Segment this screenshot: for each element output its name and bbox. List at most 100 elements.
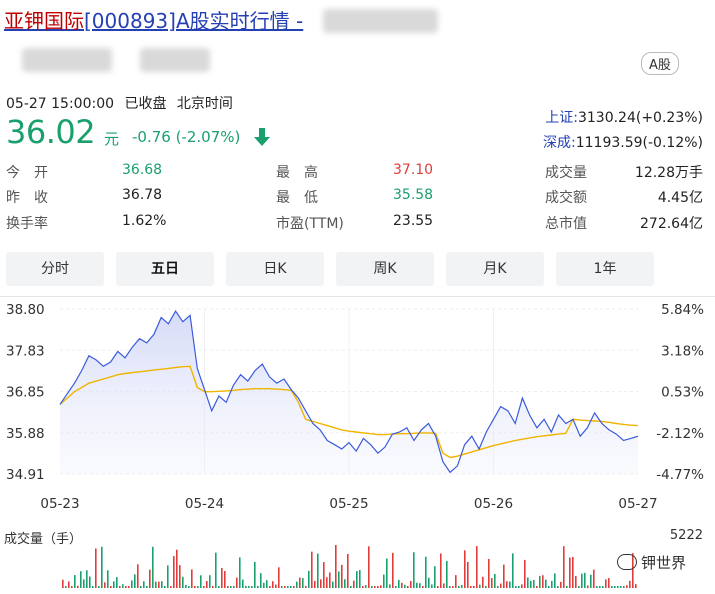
volume-bar [572,557,574,588]
stat-value: 4.45亿 [657,190,703,206]
market-status-row: 05-27 15:00:00 已收盘 北京时间 [6,93,239,113]
volume-bar [143,581,145,588]
volume-bar [380,585,382,588]
volume-bar [419,583,421,588]
page-title-link[interactable]: 亚钾国际[000893]A股实时行情 - [4,5,303,34]
tab-daily-k[interactable]: 日K [226,252,324,286]
volume-bar [71,586,73,588]
tab-five-day[interactable]: 五日 [116,252,214,286]
volume-bar [470,585,472,588]
volume-bar [587,585,589,588]
index-shanghai: 上证:3130.24(+0.23%) [545,107,703,127]
volume-bar [182,576,184,588]
stat-label: 市盈(TTM) [276,216,344,232]
volume-bar [506,581,508,588]
tab-weekly-k[interactable]: 周K [336,252,434,286]
redacted-block-1 [22,48,112,72]
volume-bar [494,573,496,588]
stock-name[interactable]: 亚钾国际 [4,9,84,33]
volume-bar [206,581,208,588]
volume-bar [635,584,637,588]
volume-bar [446,560,448,588]
volume-bar [137,564,139,588]
volume-bar [518,586,520,588]
tab-one-year[interactable]: 1年 [556,252,654,286]
volume-bar [191,569,193,588]
volume-bar [248,586,250,588]
stat-label: 最 高 [276,165,318,181]
volume-bar [443,583,445,588]
volume-bar [377,586,379,588]
volume-bar [326,577,328,588]
volume-bar [329,572,331,588]
volume-bar [200,575,202,588]
volume-bar [491,578,493,588]
volume-bar [605,579,607,588]
volume-bar [398,579,400,588]
stat-value: 36.68 [122,162,163,178]
y-tick-left: 38.80 [6,302,45,318]
volume-bar [581,573,583,588]
volume-bar [371,586,373,588]
volume-bar [224,571,226,588]
volume-bar [452,586,454,588]
x-tick-label: 05-24 [185,496,224,512]
volume-bar [389,584,391,588]
wechat-icon [617,554,637,570]
stat-value: 36.78 [122,187,163,203]
volume-bar [602,586,604,588]
stock-code-title[interactable]: [000893]A股实时行情 - [84,9,303,33]
volume-bar [542,575,544,588]
y-tick-left: 35.88 [6,426,45,442]
y-tick-left: 34.91 [6,467,45,483]
volume-bar [170,586,172,588]
volume-bar [440,553,442,588]
volume-bar [260,573,262,588]
volume-bar [113,581,115,588]
volume-bar [437,586,439,588]
stat-label: 成交量 [545,165,587,181]
y-tick-right: -2.12% [656,426,704,442]
volume-bar [95,548,97,588]
volume-bar [209,575,211,588]
volume-bar [458,585,460,588]
volume-bar [119,586,121,588]
volume-bar [416,582,418,588]
volume-bar [146,586,148,588]
volume-bar [431,584,433,588]
volume-bar [620,586,622,588]
volume-bar [365,585,367,588]
volume-bar [614,586,616,588]
x-tick-label: 05-25 [329,496,368,512]
volume-bar [341,564,343,588]
tab-monthly-k[interactable]: 月K [446,252,544,286]
stat-value: 12.28万手 [634,165,703,181]
volume-bar [464,550,466,588]
volume-bar [155,581,157,588]
volume-bar [62,579,64,588]
volume-bar [239,557,241,588]
volume-bar [83,579,85,588]
volume-bar [317,553,319,588]
volume-bar [350,586,352,588]
volume-bar [323,562,325,588]
volume-bar [302,578,304,588]
volume-bar [596,586,598,588]
volume-bar [65,586,67,588]
volume-bar [482,576,484,588]
volume-bar [77,585,79,588]
volume-bar [263,582,265,588]
timezone-label: 北京时间 [176,96,233,112]
watermark: 钾世界 [617,552,686,573]
volume-bar [476,546,478,588]
volume-bar [575,576,577,588]
redacted-title-block [323,9,438,33]
tab-fenshi[interactable]: 分时 [6,252,104,286]
volume-bar [509,581,511,588]
volume-bar [395,586,397,588]
volume-bar [554,573,556,588]
volume-max: 5222 [669,528,703,543]
stat-value: 272.64亿 [640,216,703,232]
volume-bar [257,586,259,588]
volume-bar [215,552,217,588]
